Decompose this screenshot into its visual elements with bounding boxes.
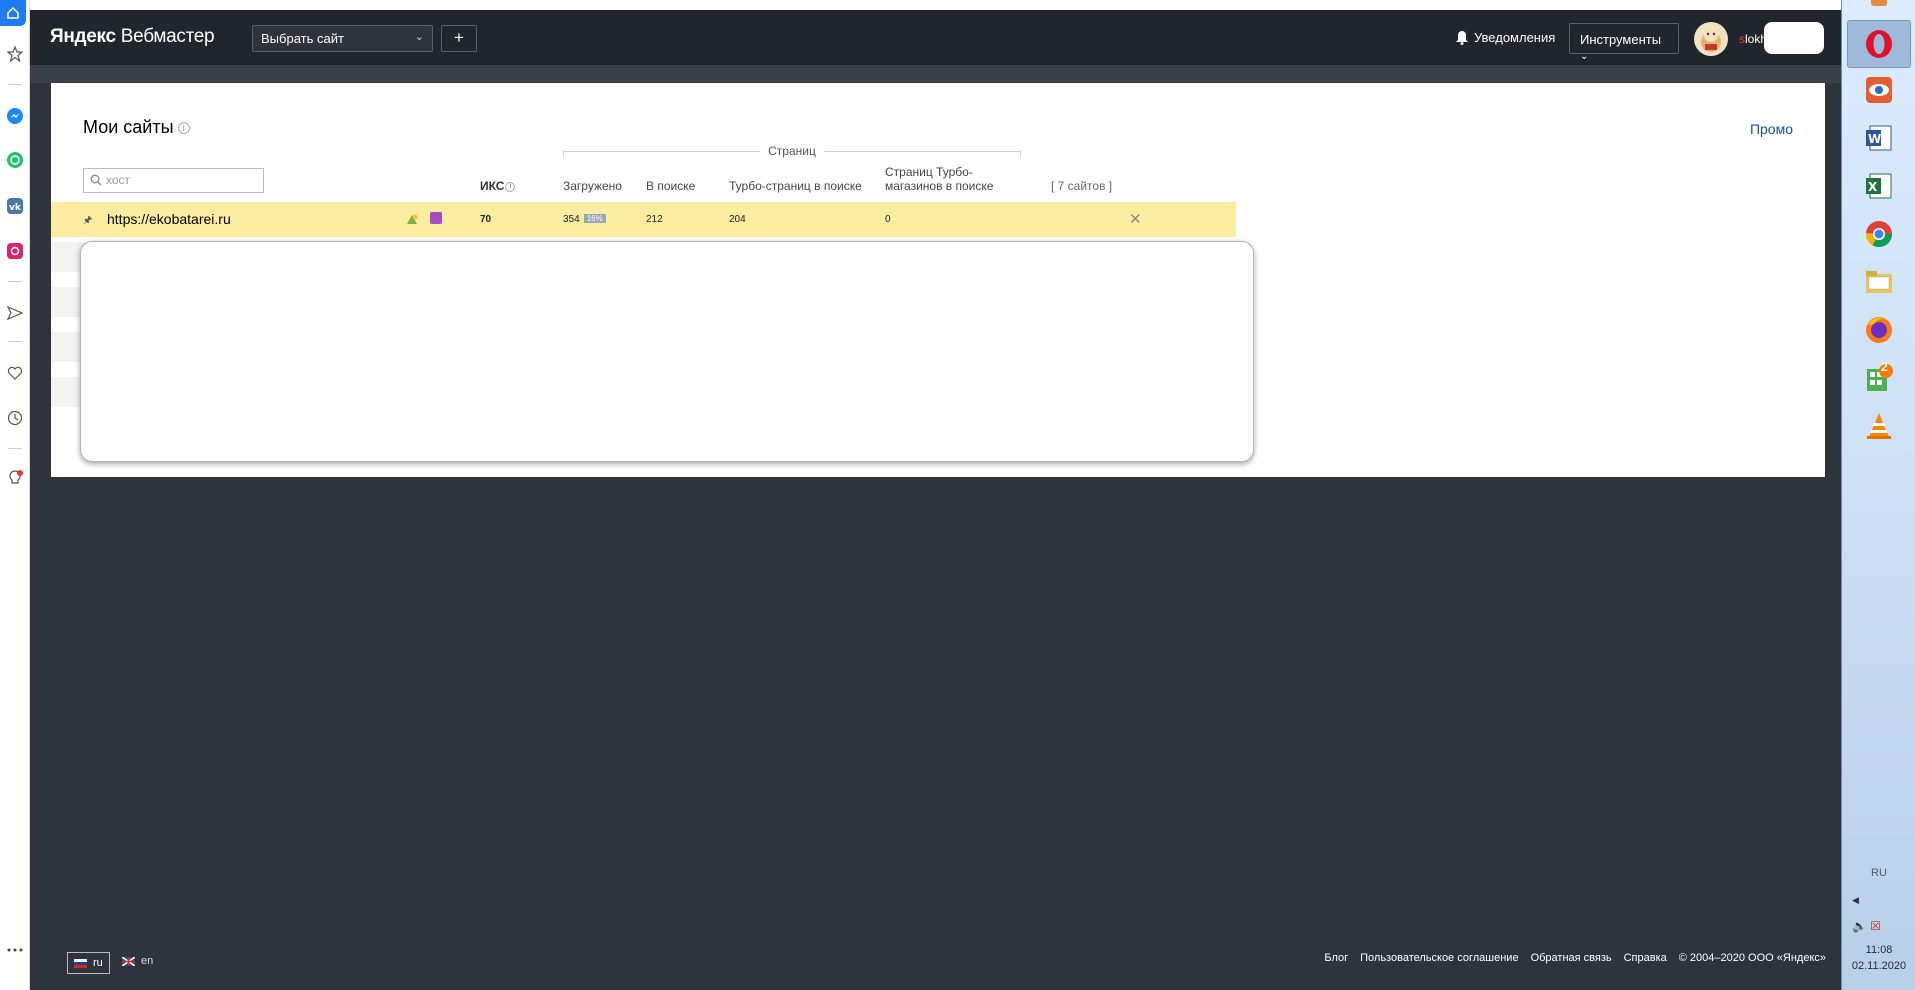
tray-expand-icon[interactable]: ◀ — [1852, 895, 1859, 906]
bell-icon — [1456, 31, 1468, 45]
more-icon[interactable] — [5, 940, 25, 960]
loaded-value: 354 16% — [563, 214, 606, 225]
volume-icon[interactable]: 🔈 — [1852, 919, 1867, 933]
folder-icon[interactable] — [1863, 266, 1895, 298]
app-eye-icon[interactable] — [1863, 74, 1895, 106]
browser-sidebar: vk — [0, 0, 30, 990]
clock[interactable]: 11:08 02.11.2020 — [1842, 942, 1915, 974]
excel-icon[interactable]: X — [1863, 170, 1895, 202]
lang-en-button[interactable]: en — [122, 952, 153, 970]
username[interactable]: slokh — [1739, 32, 1767, 46]
windows-taskbar: W X 2 RU ◀ 🔈 ☒ 11:08 02.11.2020 — [1841, 0, 1915, 990]
svg-text:X: X — [1868, 180, 1878, 194]
subheader-bar — [30, 65, 1841, 83]
add-site-button[interactable]: + — [441, 25, 477, 52]
search-icon — [90, 174, 102, 186]
vlc-icon[interactable] — [1863, 410, 1895, 442]
russia-flag-icon — [74, 958, 87, 968]
browser-top-strip — [30, 0, 1841, 10]
calculator-app-icon[interactable]: 2 — [1863, 360, 1895, 394]
turbo-value: 204 — [729, 214, 746, 225]
sidebar-divider — [8, 341, 22, 342]
svg-text:W: W — [1868, 132, 1881, 146]
instagram-icon[interactable] — [5, 241, 25, 261]
verified-icon[interactable] — [405, 212, 419, 231]
heart-icon[interactable] — [5, 363, 25, 383]
network-icon[interactable]: ☒ — [1870, 919, 1881, 933]
column-iks[interactable]: ИКС i — [480, 179, 516, 193]
column-turbo-shops[interactable]: Страниц Турбо-магазинов в поиске — [885, 165, 1005, 193]
turbo-icon[interactable] — [430, 212, 442, 224]
column-turbo-pages[interactable]: Турбо-страниц в поиске — [729, 179, 862, 193]
table-row[interactable]: 🖈 https://ekobatarei.ru 70 354 16% 212 20… — [51, 202, 1236, 237]
word-icon[interactable]: W — [1863, 122, 1895, 154]
app-badge: 2 — [1881, 360, 1888, 374]
avatar[interactable] — [1694, 22, 1728, 56]
column-loaded[interactable]: Загружено — [563, 179, 622, 193]
remove-site-icon[interactable]: ✕ — [1129, 210, 1142, 228]
site-select-label: Выбрать сайт — [261, 31, 344, 46]
tray-icons: 🔈 ☒ — [1852, 919, 1881, 933]
redaction-panel — [80, 241, 1254, 462]
svg-text:vk: vk — [9, 203, 22, 213]
pages-group-header: Страниц — [563, 144, 1021, 165]
opera-icon[interactable] — [1863, 28, 1895, 60]
lang-ru-button[interactable]: ru — [67, 952, 110, 974]
input-language[interactable]: RU — [1842, 867, 1915, 879]
iks-value: 70 — [480, 214, 492, 225]
firefox-icon[interactable] — [1863, 314, 1895, 346]
chrome-icon[interactable] — [1863, 218, 1895, 250]
chevron-down-icon: ⌄ — [1580, 51, 1589, 62]
app-header: Яндекс Вебмастер Выбрать сайт ⌄ + Уведом… — [30, 10, 1841, 65]
footer-link-blog[interactable]: Блог — [1324, 952, 1348, 964]
sidebar-divider — [8, 448, 22, 449]
vk-icon[interactable]: vk — [5, 196, 25, 216]
footer-link-help[interactable]: Справка — [1624, 952, 1667, 964]
notifications-button[interactable]: Уведомления — [1455, 30, 1555, 45]
clock-time: 11:08 — [1865, 944, 1893, 956]
my-sites-card: Мои сайты i Промо хост Страниц ИКС i Загру… — [51, 83, 1825, 477]
promo-link[interactable]: Промо — [1750, 121, 1793, 137]
sidebar-divider — [8, 281, 22, 282]
turbo-shops-value: 0 — [885, 214, 891, 225]
host-search-input[interactable]: хост — [83, 168, 264, 193]
tools-label: Инструменты — [1580, 32, 1662, 47]
loaded-percent-badge: 16% — [583, 214, 606, 223]
site-select[interactable]: Выбрать сайт ⌄ — [252, 25, 433, 52]
pin-icon[interactable]: 🖈 — [83, 213, 92, 230]
bookmarks-icon[interactable] — [5, 44, 25, 64]
info-icon[interactable]: i — [177, 122, 190, 135]
column-in-search[interactable]: В поиске — [646, 179, 695, 193]
send-icon[interactable] — [5, 303, 25, 323]
footer-link-agreement[interactable]: Пользовательское соглашение — [1360, 952, 1518, 964]
chevron-down-icon: ⌄ — [414, 31, 424, 43]
tools-menu-button[interactable]: Инструменты ⌄ — [1569, 23, 1679, 62]
page-title: Мои сайты i — [83, 117, 190, 138]
site-url-link[interactable]: https://ekobatarei.ru — [107, 211, 231, 227]
footer-links: Блог Пользовательское соглашение Обратна… — [1324, 952, 1826, 964]
redaction-block — [1764, 22, 1824, 54]
messenger-icon[interactable] — [5, 106, 25, 126]
tips-icon[interactable] — [5, 468, 25, 488]
home-icon[interactable] — [0, 0, 26, 26]
copyright: © 2004–2020 ООО «Яндекс» — [1678, 952, 1826, 964]
app-top-partial-icon[interactable] — [1863, 0, 1895, 16]
history-icon[interactable] — [5, 408, 25, 428]
clock-date: 02.11.2020 — [1851, 960, 1907, 972]
info-icon[interactable]: i — [505, 181, 516, 192]
search-placeholder: хост — [106, 173, 131, 187]
logo[interactable]: Яндекс Вебмастер — [50, 26, 215, 48]
footer-link-feedback[interactable]: Обратная связь — [1531, 952, 1612, 964]
sites-count: [ 7 сайтов ] — [1051, 179, 1113, 193]
whatsapp-icon[interactable] — [5, 150, 25, 170]
uk-flag-icon — [122, 956, 135, 966]
in-search-value: 212 — [646, 214, 663, 225]
notifications-label: Уведомления — [1474, 30, 1556, 45]
sidebar-divider — [8, 84, 22, 85]
